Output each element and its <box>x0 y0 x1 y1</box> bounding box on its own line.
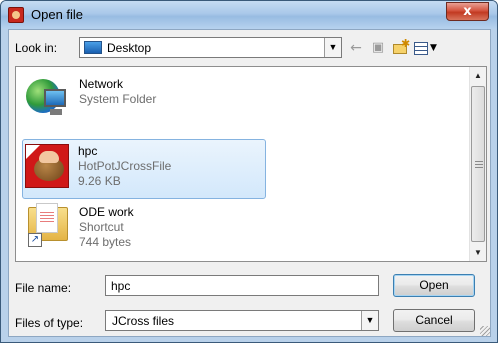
file-type-value: JCross files <box>112 314 175 328</box>
scroll-down-icon[interactable]: ▼ <box>470 244 486 261</box>
title-bar[interactable]: Open file x <box>1 1 497 29</box>
dialog-body: Look in: Desktop ▼ ← ▣ ✱ ▼ Network Syste… <box>8 29 491 337</box>
list-item-network[interactable]: Network System Folder <box>24 73 264 133</box>
file-name-input[interactable]: hpc <box>105 275 379 296</box>
new-folder-icon[interactable]: ✱ <box>391 37 410 57</box>
up-folder-icon[interactable]: ▣ <box>369 39 387 57</box>
view-menu-icon[interactable]: ▼ <box>413 39 441 57</box>
look-in-dropdown[interactable]: Desktop ▼ <box>79 37 342 58</box>
file-type-dropdown[interactable]: JCross files ▼ <box>105 310 379 331</box>
chevron-down-icon[interactable]: ▼ <box>324 38 341 57</box>
folder-shortcut-icon: ↗ <box>28 203 72 255</box>
cancel-button[interactable]: Cancel <box>393 309 475 332</box>
look-in-value: Desktop <box>107 41 152 55</box>
file-name-label: File name: <box>15 281 72 295</box>
open-file-dialog: Open file x Look in: Desktop ▼ ← ▣ ✱ ▼ N… <box>0 0 498 343</box>
file-name: ODE work <box>79 205 134 219</box>
window-title: Open file <box>31 7 84 22</box>
file-size: 9.26 KB <box>78 174 121 188</box>
file-name: hpc <box>78 144 98 158</box>
back-arrow-icon[interactable]: ← <box>347 39 365 57</box>
hotpotatoes-icon <box>25 144 69 188</box>
file-name: Network <box>79 77 124 91</box>
list-item-hpc[interactable]: hpc HotPotJCrossFile 9.26 KB <box>22 139 266 199</box>
desktop-icon <box>84 41 102 54</box>
resize-grip-icon[interactable] <box>480 326 490 336</box>
file-type: HotPotJCrossFile <box>78 159 172 173</box>
network-icon <box>26 75 70 119</box>
look-in-label: Look in: <box>15 41 58 55</box>
scroll-up-icon[interactable]: ▲ <box>470 67 486 84</box>
close-button[interactable]: x <box>446 2 489 21</box>
open-button[interactable]: Open <box>393 274 475 297</box>
chevron-down-icon[interactable]: ▼ <box>361 311 378 330</box>
file-list[interactable]: Network System Folder hpc HotPotJCrossFi… <box>15 66 487 262</box>
scroll-thumb[interactable] <box>471 86 485 242</box>
file-type-label: Files of type: <box>15 316 84 330</box>
file-size: 744 bytes <box>79 235 132 249</box>
app-icon <box>8 7 24 23</box>
file-type: Shortcut <box>79 220 124 234</box>
file-type: System Folder <box>79 92 157 106</box>
vertical-scrollbar[interactable]: ▲ ▼ <box>469 67 486 261</box>
list-item-ode-work[interactable]: ↗ ODE work Shortcut 744 bytes <box>24 201 264 261</box>
